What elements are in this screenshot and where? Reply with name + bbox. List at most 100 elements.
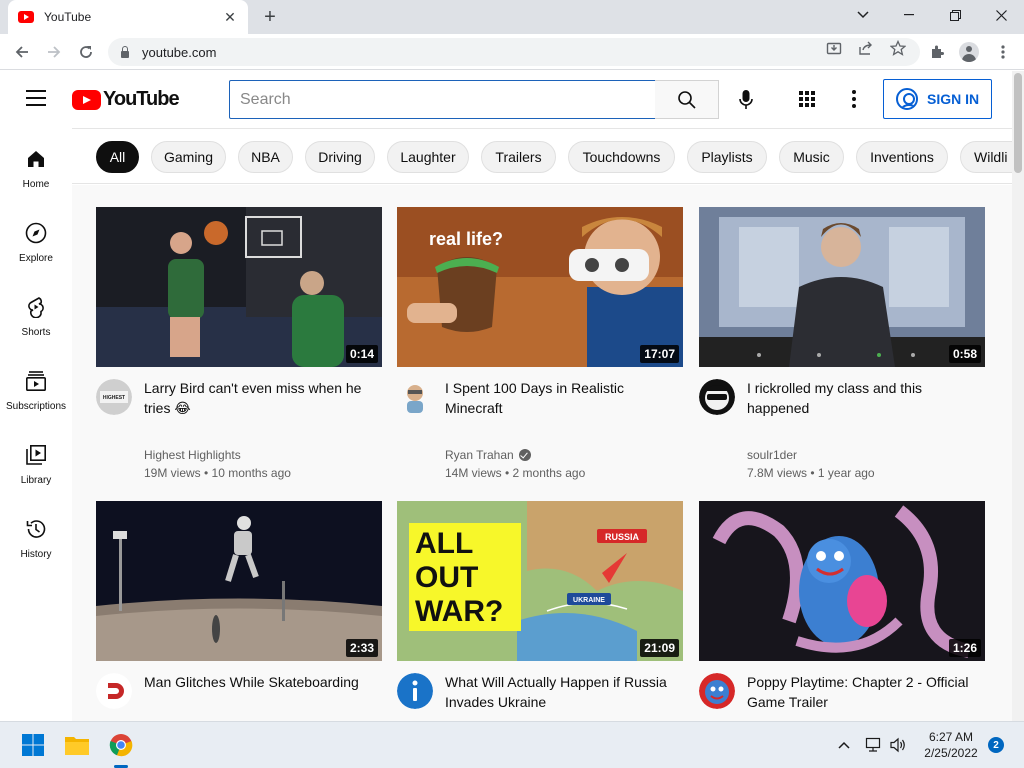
video-duration: 2:33 [345, 639, 378, 657]
video-thumbnail[interactable]: ALL OUT WAR? RUSSIA UKRAINE 21:09 [397, 501, 683, 661]
war-thumb-line: WAR? [415, 595, 503, 628]
video-card[interactable]: 0:14 HIGHEST Larry Bird can't even miss … [96, 207, 382, 483]
tab-close-button[interactable]: ✕ [222, 9, 238, 26]
browser-toolbar: youtube.com [0, 34, 1024, 70]
mini-guide-sidebar: Home Explore Shorts Subscriptions Librar… [0, 127, 72, 721]
video-card[interactable]: ALL OUT WAR? RUSSIA UKRAINE 21:09 What W… [397, 501, 683, 721]
sidebar-item-label: Explore [19, 253, 53, 264]
video-title[interactable]: I rickrolled my class and this happened [747, 378, 977, 418]
sidebar-item-explore[interactable]: Explore [0, 201, 72, 275]
back-button[interactable] [10, 40, 34, 64]
channel-avatar[interactable] [699, 673, 735, 709]
real-life-thumb-text: real life? [429, 229, 503, 249]
chrome-taskbar-button[interactable] [107, 731, 135, 759]
restore-icon [949, 9, 961, 21]
video-card[interactable]: 1:26 Poppy Playtime: Chapter 2 - Officia… [699, 501, 985, 721]
reload-icon [80, 46, 92, 58]
sidebar-item-label: History [20, 549, 52, 560]
channel-name[interactable]: Highest Highlights [144, 448, 241, 462]
video-card[interactable]: 0:58 I rickrolled my class and this happ… [699, 207, 985, 483]
video-thumbnail[interactable]: 1:26 [699, 501, 985, 661]
tab-search-button[interactable] [840, 0, 886, 30]
scrollbar-thumb[interactable] [1014, 73, 1022, 173]
chip-touchdowns[interactable]: Touchdowns [568, 141, 675, 173]
video-thumbnail[interactable]: 0:14 [96, 207, 382, 367]
video-title[interactable]: Larry Bird can't even miss when he tries… [144, 378, 374, 418]
restore-button[interactable] [932, 0, 978, 30]
browser-tab-youtube[interactable]: YouTube ✕ [8, 0, 248, 34]
voice-search-button[interactable] [728, 83, 764, 117]
youtube-logo[interactable]: YouTube [72, 88, 180, 111]
search-input[interactable] [229, 80, 656, 119]
sidebar-item-subscriptions[interactable]: Subscriptions [0, 349, 72, 423]
video-title[interactable]: Man Glitches While Skateboarding [144, 672, 374, 692]
sidebar-item-shorts[interactable]: Shorts [0, 275, 72, 349]
share-icon[interactable] [857, 40, 875, 59]
network-icon [865, 737, 881, 752]
file-explorer-button[interactable] [63, 731, 91, 759]
start-button[interactable] [19, 731, 47, 759]
bookmark-star-icon[interactable] [889, 39, 907, 59]
taskbar-clock[interactable]: 6:27 AM 2/25/2022 [916, 729, 986, 761]
close-icon [995, 9, 1007, 21]
video-card[interactable]: real life? 17:07 I Spent 100 Days in Rea… [397, 207, 683, 483]
chip-music[interactable]: Music [779, 141, 844, 173]
chip-wildlife[interactable]: Wildli [960, 141, 1012, 173]
video-metadata: 7.8M views • 1 year ago [747, 466, 875, 480]
channel-avatar[interactable]: HIGHEST [96, 379, 132, 415]
page-scrollbar[interactable] [1012, 71, 1024, 721]
notification-count-badge[interactable]: 2 [988, 737, 1004, 753]
channel-avatar[interactable] [699, 379, 735, 415]
video-duration: 1:26 [948, 639, 981, 657]
youtube-favicon-icon [18, 11, 34, 23]
video-thumbnail[interactable]: real life? 17:07 [397, 207, 683, 367]
sidebar-item-history[interactable]: History [0, 497, 72, 571]
show-hidden-icons-button[interactable] [832, 731, 856, 759]
volume-button[interactable] [886, 731, 910, 759]
chip-driving[interactable]: Driving [305, 141, 375, 173]
windows-taskbar: 6:27 AM 2/25/2022 2 [0, 721, 1024, 768]
settings-menu-button[interactable] [846, 85, 862, 113]
forward-button[interactable] [42, 40, 66, 64]
new-tab-button[interactable]: + [258, 5, 282, 29]
home-icon [24, 147, 48, 171]
address-url[interactable]: youtube.com [142, 45, 920, 60]
close-window-button[interactable] [978, 0, 1024, 30]
youtube-apps-button[interactable] [792, 83, 822, 115]
profile-button[interactable] [958, 41, 980, 63]
chip-inventions[interactable]: Inventions [856, 141, 948, 173]
channel-avatar[interactable] [96, 673, 132, 709]
chip-all[interactable]: All [96, 141, 139, 173]
sign-in-button[interactable]: SIGN IN [883, 79, 992, 119]
folder-icon [65, 737, 89, 755]
video-title[interactable]: What Will Actually Happen if Russia Inva… [445, 672, 675, 712]
video-thumbnail[interactable]: 0:58 [699, 207, 985, 367]
search-icon [677, 90, 696, 109]
browser-menu-button[interactable] [992, 41, 1014, 63]
chip-laughter[interactable]: Laughter [387, 141, 469, 173]
guide-menu-button[interactable] [26, 90, 46, 106]
video-grid: 0:14 HIGHEST Larry Bird can't even miss … [72, 185, 1012, 721]
search-button[interactable] [655, 80, 719, 119]
chip-nba[interactable]: NBA [238, 141, 293, 173]
extensions-button[interactable] [926, 41, 948, 63]
sidebar-item-home[interactable]: Home [0, 127, 72, 201]
minimize-button[interactable] [886, 0, 932, 30]
channel-name[interactable]: Ryan Trahan [445, 448, 531, 462]
library-icon [24, 443, 48, 467]
channel-name[interactable]: soulr1der [747, 448, 797, 462]
install-app-icon[interactable] [825, 40, 843, 59]
video-title[interactable]: I Spent 100 Days in Realistic Minecraft [445, 378, 675, 418]
chip-playlists[interactable]: Playlists [687, 141, 767, 173]
chip-trailers[interactable]: Trailers [481, 141, 556, 173]
video-thumbnail[interactable]: 2:33 [96, 501, 382, 661]
address-bar[interactable]: youtube.com [108, 38, 920, 66]
video-card[interactable]: 2:33 Man Glitches While Skateboarding [96, 501, 382, 721]
reload-button[interactable] [74, 40, 98, 64]
video-title[interactable]: Poppy Playtime: Chapter 2 - Official Gam… [747, 672, 977, 712]
channel-avatar[interactable] [397, 379, 433, 415]
sidebar-item-library[interactable]: Library [0, 423, 72, 497]
network-button[interactable] [862, 731, 886, 759]
chip-gaming[interactable]: Gaming [151, 141, 226, 173]
channel-avatar[interactable] [397, 673, 433, 709]
